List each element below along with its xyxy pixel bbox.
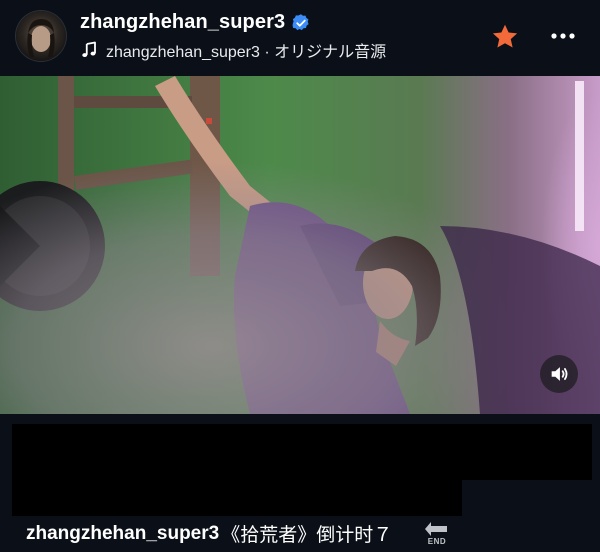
avatar-image [16,11,66,61]
video-player[interactable] [0,76,600,414]
end-arrow-icon [425,522,447,536]
redaction-block [12,424,592,480]
caption-text: 《拾荒者》倒计时７ [221,525,393,546]
video-frame [0,76,600,414]
sound-toggle-button[interactable] [540,355,578,393]
more-options-icon [551,33,575,39]
username-row[interactable]: zhangzhehan_super3 [80,11,311,34]
end-label: END [427,537,447,546]
redaction-block [12,478,462,516]
more-options-button[interactable] [548,26,578,46]
star-icon [492,24,518,48]
username[interactable]: zhangzhehan_super3 [80,11,285,34]
verified-badge-icon [292,13,309,30]
post-header: zhangzhehan_super3 zhangzhehan_super3 · … [0,0,600,76]
end-marker: END [422,522,452,550]
avatar[interactable] [16,11,66,61]
audio-attribution[interactable]: zhangzhehan_super3 · オリジナル音源 [80,38,386,62]
audio-label: zhangzhehan_super3 · オリジナル音源 [106,44,387,61]
post-caption: zhangzhehan_super3 《拾荒者》倒计时７ [26,520,392,547]
caption-username[interactable]: zhangzhehan_super3 [26,523,219,545]
music-note-icon [82,41,96,58]
favorite-button[interactable] [490,22,520,52]
speaker-icon [551,367,568,381]
